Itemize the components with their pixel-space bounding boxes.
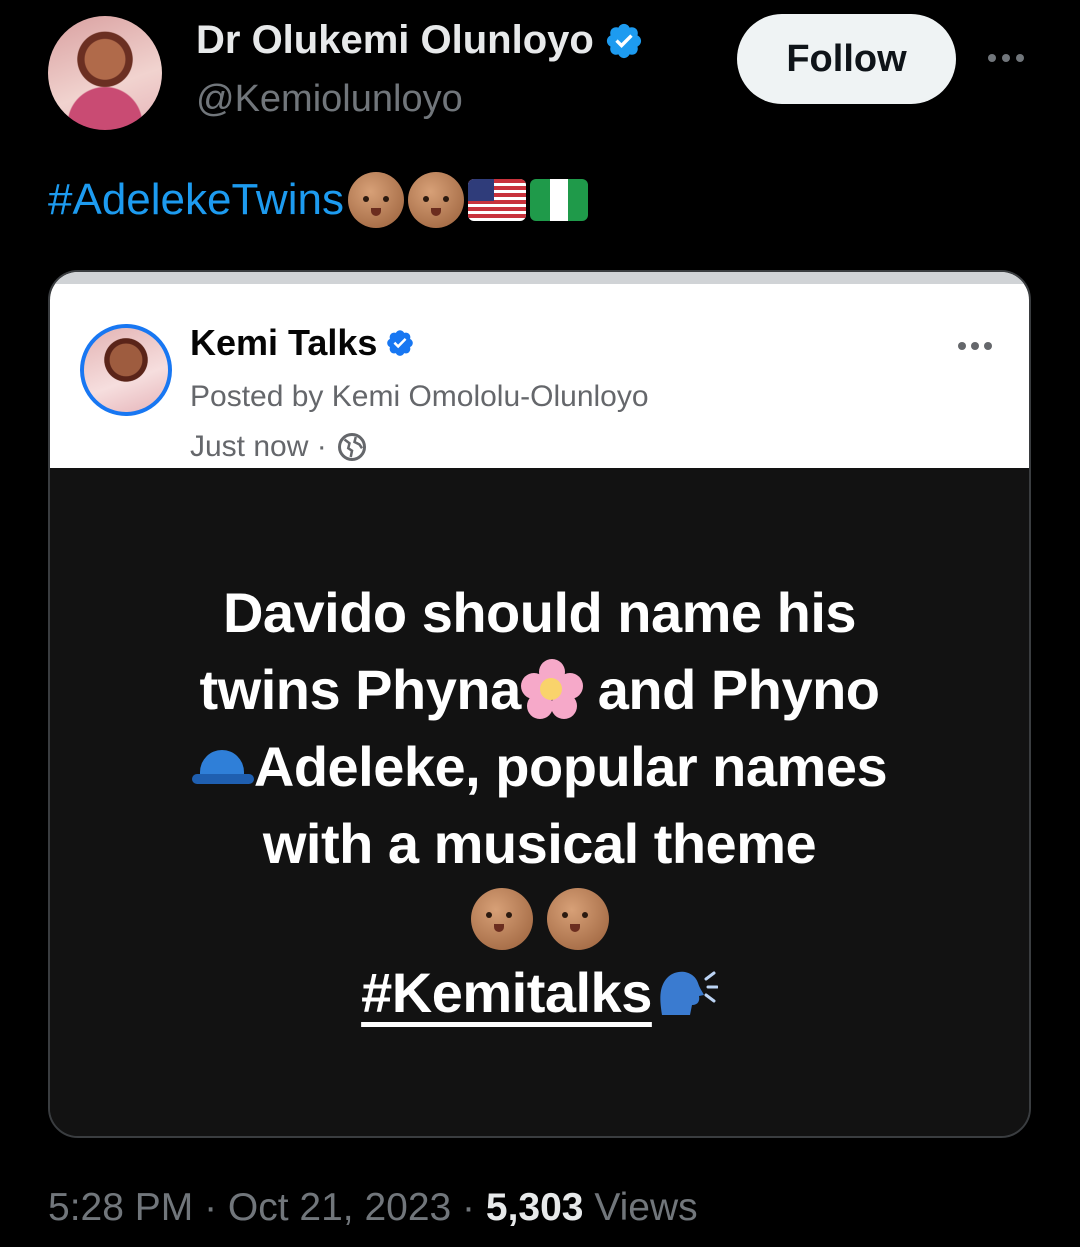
page-avatar — [80, 324, 172, 416]
baby-icon — [347, 172, 404, 228]
post-line: Davido should name his — [222, 581, 857, 644]
author-handle[interactable]: @Kemiolunloyo — [196, 78, 463, 121]
nigeria-flag-icon — [529, 179, 588, 221]
tweet-meta: 5:28 PM · Oct 21, 2023 · 5,303 Views — [48, 1186, 698, 1230]
page-title-row: Kemi Talks — [190, 322, 415, 364]
baby-icon — [470, 888, 533, 950]
post-hashtag: #Kemitalks — [361, 961, 652, 1024]
author-display-name[interactable]: Dr Olukemi Olunloyo — [196, 18, 594, 63]
post-line: with a musical theme — [262, 812, 817, 875]
post-more-icon — [958, 342, 992, 350]
post-body: Davido should name his twins Phyna and P… — [50, 468, 1029, 1136]
hashtag-link[interactable]: #AdelekeTwins — [48, 175, 344, 225]
author-name-row[interactable]: Dr Olukemi Olunloyo — [196, 18, 644, 63]
post-line: Adeleke, popular names — [50, 728, 1029, 805]
post-line: twins Phyna and Phyno — [50, 651, 1029, 728]
post-line-part: Adeleke, popular names — [253, 735, 888, 798]
tweet-timestamp[interactable]: 5:28 PM · Oct 21, 2023 · — [48, 1186, 486, 1229]
more-options-icon[interactable] — [984, 46, 1028, 70]
attached-image[interactable]: Kemi Talks Posted by Kemi Omololu-Olunlo… — [48, 270, 1031, 1138]
post-line: #Kemitalks — [50, 954, 1029, 1031]
tweet-text: #AdelekeTwins — [48, 172, 588, 228]
post-text: Davido should name his twins Phyna and P… — [50, 574, 1029, 1031]
baby-icon — [546, 888, 609, 950]
views-count[interactable]: 5,303 — [486, 1186, 584, 1229]
views-label: Views — [583, 1186, 698, 1229]
cherry-blossom-icon — [520, 659, 583, 721]
page-name: Kemi Talks — [190, 322, 378, 363]
posted-by: Posted by Kemi Omololu-Olunloyo — [190, 380, 649, 413]
verified-badge-icon — [387, 330, 414, 356]
post-header: Kemi Talks Posted by Kemi Omololu-Olunlo… — [50, 272, 1029, 468]
post-line-part: twins Phyna — [199, 658, 521, 721]
cap-icon — [191, 736, 254, 798]
author-avatar[interactable] — [48, 16, 162, 130]
us-flag-icon — [467, 179, 526, 221]
post-line-part: and Phyno — [597, 658, 880, 721]
globe-icon — [337, 433, 366, 461]
follow-button[interactable]: Follow — [737, 14, 956, 104]
baby-icon — [407, 172, 464, 228]
baby-emoji-row — [50, 888, 1029, 950]
post-time-row: Just now · — [190, 430, 367, 464]
speaking-head-icon — [660, 971, 718, 1015]
post-time: Just now · — [190, 430, 327, 463]
verified-badge-icon — [606, 23, 641, 58]
